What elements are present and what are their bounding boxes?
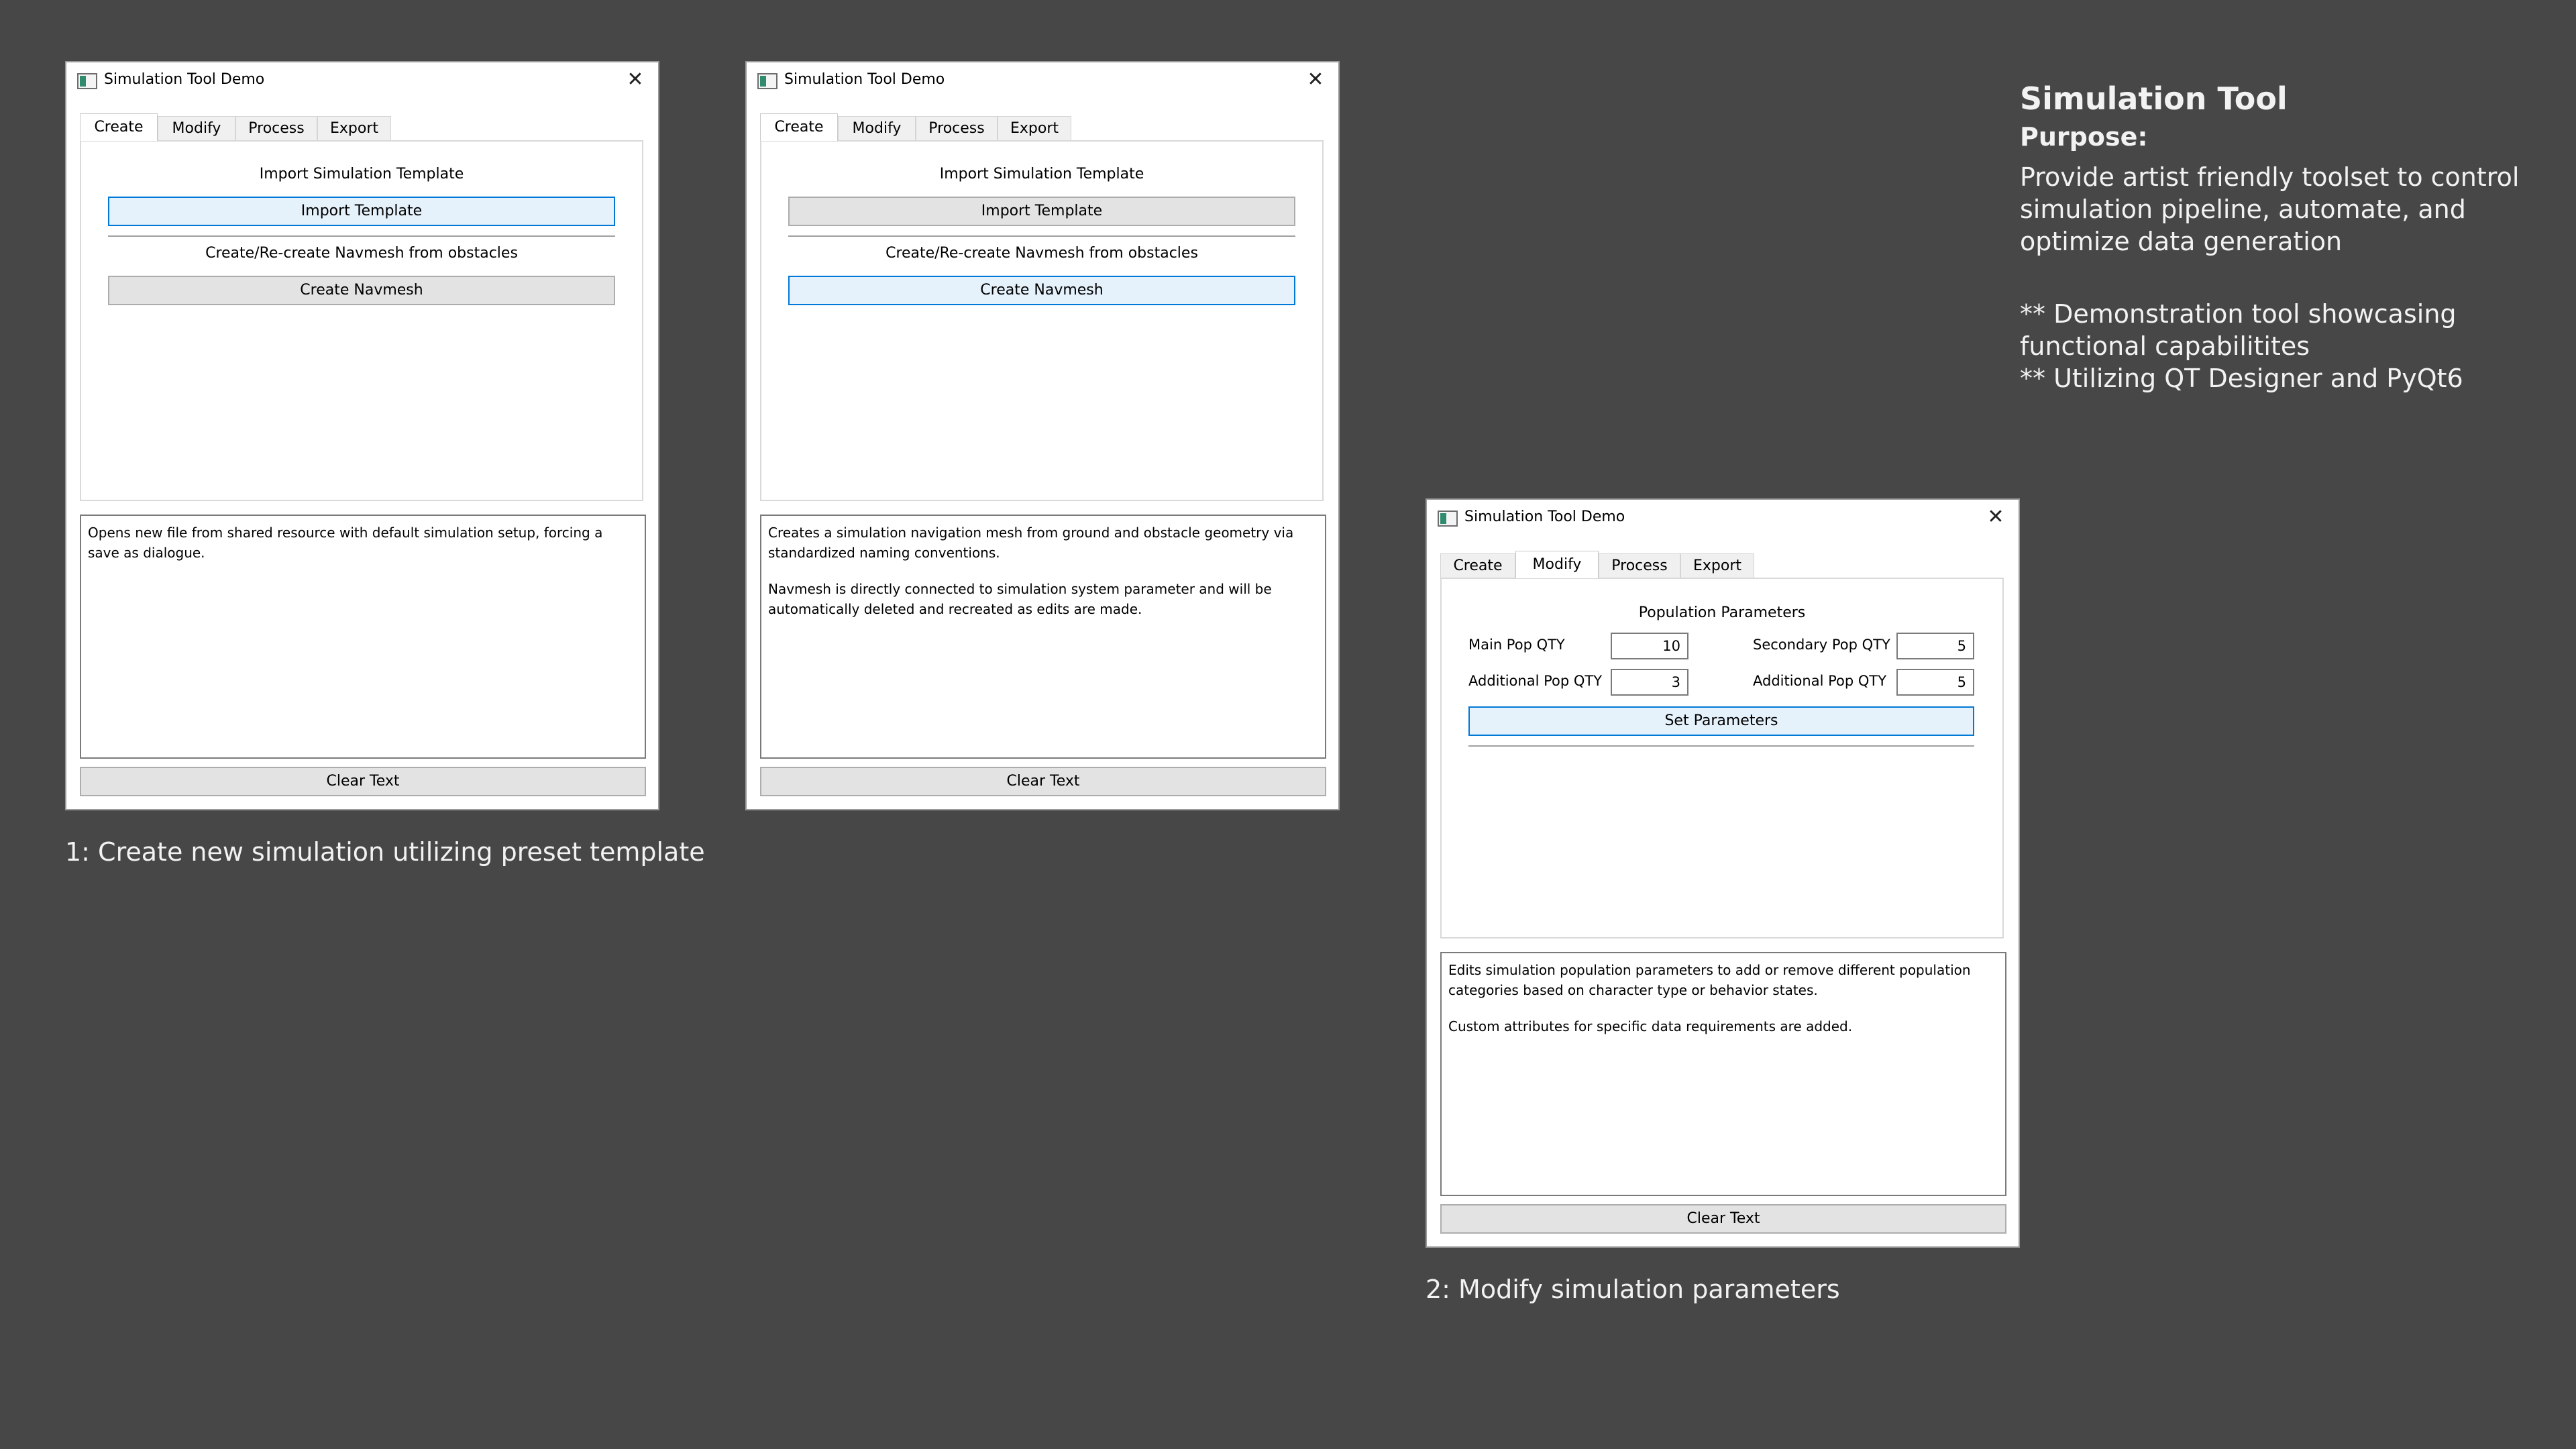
secondary-pop-label: Secondary Pop QTY: [1753, 637, 1890, 653]
description-text-area[interactable]: Edits simulation population parameters t…: [1440, 952, 2006, 1196]
tab-export[interactable]: Export: [998, 116, 1071, 140]
caption-step-2: 2: Modify simulation parameters: [1426, 1275, 1840, 1304]
tab-modify[interactable]: Modify: [1515, 551, 1599, 578]
tab-export[interactable]: Export: [1680, 553, 1754, 578]
description-text-area[interactable]: Creates a simulation navigation mesh fro…: [760, 515, 1326, 759]
tab-process[interactable]: Process: [1599, 553, 1680, 578]
clear-text-button[interactable]: Clear Text: [1440, 1204, 2006, 1234]
navmesh-heading: Create/Re-create Navmesh from obstacles: [885, 245, 1198, 262]
clear-text-button[interactable]: Clear Text: [80, 767, 646, 796]
main-pop-field[interactable]: 10: [1611, 633, 1688, 659]
title-bar[interactable]: Simulation Tool Demo ✕: [1427, 500, 2019, 535]
set-parameters-button[interactable]: Set Parameters: [1468, 706, 1974, 736]
description-text: Opens new file from shared resource with…: [88, 525, 603, 561]
description-text-area[interactable]: Opens new file from shared resource with…: [80, 515, 646, 759]
purpose-text: Provide artist friendly toolset to contr…: [2020, 162, 2520, 256]
tab-pane: Population Parameters Main Pop QTY 10 Se…: [1440, 578, 2004, 938]
window-title: Simulation Tool Demo: [1464, 508, 1625, 525]
import-template-button[interactable]: Import Template: [108, 197, 615, 226]
tab-process[interactable]: Process: [235, 116, 317, 140]
description-paragraph-2: Custom attributes for specific data requ…: [1448, 1018, 1853, 1034]
navmesh-heading: Create/Re-create Navmesh from obstacles: [205, 245, 518, 262]
tab-modify[interactable]: Modify: [158, 116, 235, 140]
tab-process[interactable]: Process: [916, 116, 998, 140]
caption-step-1: 1: Create new simulation utilizing prese…: [65, 837, 705, 867]
divider: [1468, 745, 1974, 747]
close-icon[interactable]: ✕: [1302, 65, 1329, 95]
close-icon[interactable]: ✕: [1982, 502, 2009, 532]
window-create-navmesh: Simulation Tool Demo ✕ Create Modify Pro…: [745, 61, 1340, 810]
population-heading: Population Parameters: [1638, 604, 1806, 621]
import-heading: Import Simulation Template: [939, 166, 1144, 182]
tab-export[interactable]: Export: [317, 116, 391, 140]
create-navmesh-button[interactable]: Create Navmesh: [108, 276, 615, 305]
purpose-label: Purpose:: [2020, 122, 2148, 152]
import-heading: Import Simulation Template: [259, 166, 464, 182]
title-bar[interactable]: Simulation Tool Demo ✕: [747, 62, 1338, 97]
app-icon: [757, 73, 777, 89]
additional-pop-label-right: Additional Pop QTY: [1753, 673, 1887, 689]
close-icon[interactable]: ✕: [622, 65, 649, 95]
title-bar[interactable]: Simulation Tool Demo ✕: [66, 62, 658, 97]
divider: [788, 235, 1295, 237]
app-icon: [77, 73, 97, 89]
app-icon: [1438, 511, 1458, 527]
tab-create[interactable]: Create: [1440, 553, 1515, 578]
tab-pane: Import Simulation Template Import Templa…: [760, 140, 1324, 501]
divider: [108, 235, 615, 237]
description-paragraph-2: Navmesh is directly connected to simulat…: [768, 581, 1272, 617]
clear-text-button[interactable]: Clear Text: [760, 767, 1326, 796]
info-panel: Simulation Tool Purpose: Provide artist …: [2020, 80, 2557, 394]
additional-pop-field-right[interactable]: 5: [1896, 669, 1974, 696]
description-paragraph-1: Edits simulation population parameters t…: [1448, 962, 1971, 998]
tab-pane: Import Simulation Template Import Templa…: [80, 140, 643, 501]
window-create-import: Simulation Tool Demo ✕ Create Modify Pro…: [65, 61, 659, 810]
window-title: Simulation Tool Demo: [784, 71, 945, 88]
additional-pop-field-left[interactable]: 3: [1611, 669, 1688, 696]
secondary-pop-field[interactable]: 5: [1896, 633, 1974, 659]
window-modify: Simulation Tool Demo ✕ Create Modify Pro…: [1426, 498, 2020, 1248]
window-title: Simulation Tool Demo: [104, 71, 265, 88]
info-title: Simulation Tool: [2020, 80, 2288, 117]
description-paragraph-1: Creates a simulation navigation mesh fro…: [768, 525, 1294, 561]
additional-pop-label-left: Additional Pop QTY: [1468, 673, 1603, 689]
create-navmesh-button[interactable]: Create Navmesh: [788, 276, 1295, 305]
info-notes: ** Demonstration tool showcasing functio…: [2020, 299, 2463, 393]
main-pop-label: Main Pop QTY: [1468, 637, 1565, 653]
tab-create[interactable]: Create: [760, 113, 838, 141]
tab-create[interactable]: Create: [80, 113, 158, 141]
tab-modify[interactable]: Modify: [838, 116, 916, 140]
import-template-button[interactable]: Import Template: [788, 197, 1295, 226]
